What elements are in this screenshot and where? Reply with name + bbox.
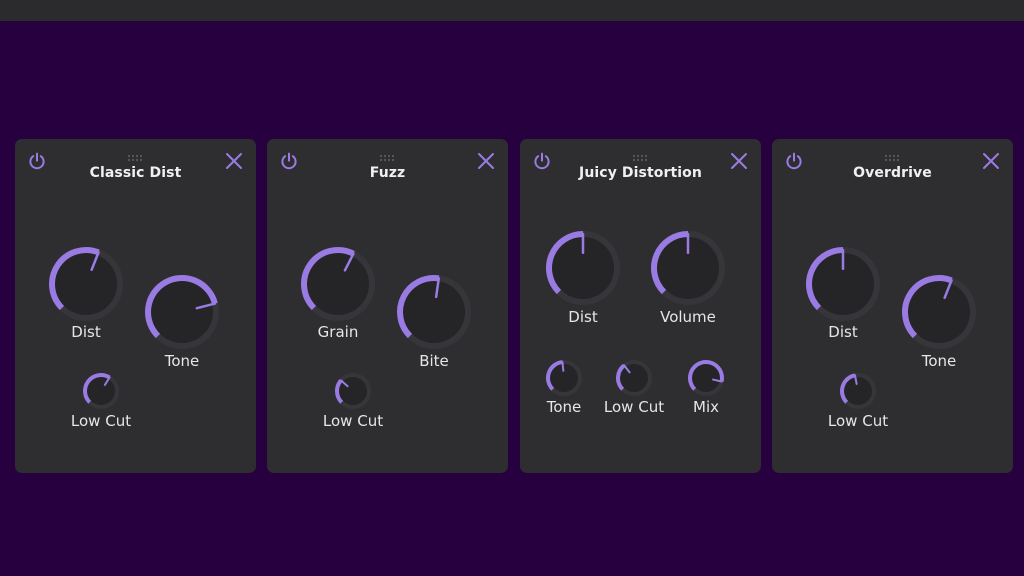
knob-grain[interactable]: [298, 244, 378, 324]
knob-dist[interactable]: [46, 244, 126, 324]
knob-low-cut[interactable]: [612, 356, 656, 400]
knob-dist[interactable]: [803, 244, 883, 324]
knob-dial: [397, 275, 471, 349]
knob-label: Mix: [693, 398, 719, 416]
drag-grip-icon: [127, 154, 143, 162]
drag-handle[interactable]: [884, 147, 900, 162]
panel-title: Juicy Distortion: [579, 165, 702, 181]
knob-label: Dist: [828, 323, 858, 341]
knob-label: Tone: [164, 352, 200, 370]
window-top-bar: [0, 0, 1024, 21]
effect-panel-juicy-distortion: Juicy Distortion Dist Volume Tone Low Cut Mix: [520, 139, 761, 473]
knob-dial: [301, 247, 375, 321]
knob-label: Bite: [419, 352, 449, 370]
panel-title: Classic Dist: [89, 165, 182, 181]
knob-tone[interactable]: [899, 272, 979, 352]
knob-dial: [83, 373, 119, 409]
drag-grip-icon: [632, 154, 648, 162]
drag-grip-icon: [884, 154, 900, 162]
knob-dial: [902, 275, 976, 349]
drag-handle[interactable]: [379, 147, 395, 162]
effect-panel-fuzz: Fuzz Grain Bite Low Cut: [267, 139, 508, 473]
knob-dial: [145, 275, 219, 349]
drag-grip-icon: [379, 154, 395, 162]
knob-dial: [616, 360, 652, 396]
knob-tone[interactable]: [142, 272, 222, 352]
knob-label: Low Cut: [827, 412, 889, 430]
knob-low-cut[interactable]: [836, 369, 880, 413]
knob-label: Low Cut: [70, 412, 132, 430]
knob-bite[interactable]: [394, 272, 474, 352]
effect-panel-classic-dist: Classic Dist Dist Tone Low Cut: [15, 139, 256, 473]
knob-label: Low Cut: [603, 398, 665, 416]
knob-dial: [335, 373, 371, 409]
knob-dial: [49, 247, 123, 321]
knob-label: Grain: [317, 323, 359, 341]
knob-low-cut[interactable]: [331, 369, 375, 413]
knob-dist[interactable]: [543, 228, 623, 308]
knob-mix[interactable]: [684, 356, 728, 400]
knob-dial: [546, 231, 620, 305]
knob-dial: [546, 360, 582, 396]
effect-panel-overdrive: Overdrive Dist Tone Low Cut: [772, 139, 1013, 473]
knob-label: Low Cut: [322, 412, 384, 430]
knob-dial: [806, 247, 880, 321]
knob-dial: [651, 231, 725, 305]
knob-low-cut[interactable]: [79, 369, 123, 413]
drag-handle[interactable]: [632, 147, 648, 162]
knob-volume[interactable]: [648, 228, 728, 308]
panel-title: Overdrive: [853, 165, 932, 181]
knob-label: Dist: [568, 308, 598, 326]
knob-tone[interactable]: [542, 356, 586, 400]
knob-label: Dist: [71, 323, 101, 341]
knob-label: Tone: [546, 398, 582, 416]
panel-title: Fuzz: [369, 165, 406, 181]
knob-dial: [688, 360, 724, 396]
knob-pointer: [561, 361, 565, 372]
knob-dial: [840, 373, 876, 409]
knob-label: Volume: [660, 308, 716, 326]
drag-handle[interactable]: [127, 147, 143, 162]
knob-label: Tone: [921, 352, 957, 370]
